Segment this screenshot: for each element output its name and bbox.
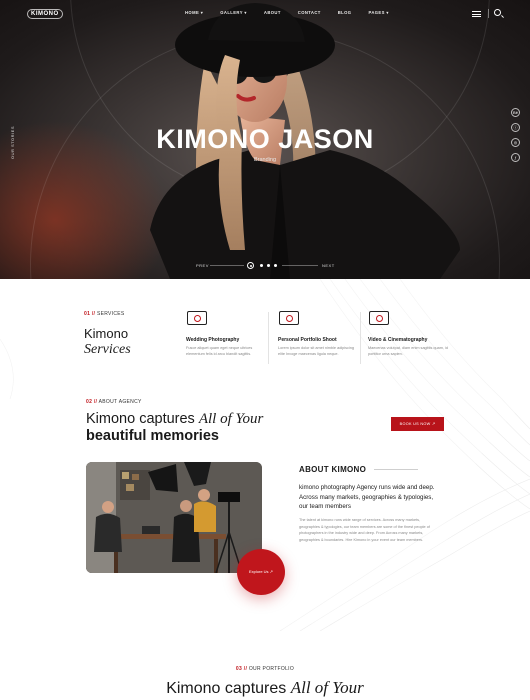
book-us-now-button[interactable]: BOOK US NOW ↗: [391, 417, 444, 431]
nav-item-contact[interactable]: CONTACT: [298, 10, 321, 15]
main-menu: HOME ▾ GALLERY ▾ ABOUT CONTACT BLOG PAGE…: [185, 10, 406, 15]
services-title: Kimono Services: [84, 326, 131, 358]
slider-next-button[interactable]: NEXT: [322, 263, 335, 268]
portfolio-title-plain: Kimono captures: [166, 680, 291, 697]
service-name: Wedding Photography: [186, 337, 240, 343]
slider-prev-button[interactable]: PREV: [196, 263, 209, 268]
nav-item-gallery[interactable]: GALLERY ▾: [220, 10, 247, 15]
slider-line: [210, 265, 244, 266]
hero-subtitle: Branding: [253, 157, 277, 163]
portfolio-section-label: 03 // OUR PORTFOLIO: [0, 666, 530, 672]
studio-photo: [86, 462, 262, 573]
portfolio-section: 03 // OUR PORTFOLIO Kimono captures All …: [0, 631, 530, 700]
social-links: Bē ⓘ ◎ ƒ: [511, 108, 520, 168]
top-navigation: KIMONO HOME ▾ GALLERY ▾ ABOUT CONTACT BL…: [0, 0, 530, 26]
service-description: Lorem ipsum dolor sit amet nimble adipis…: [278, 346, 354, 356]
service-card-video[interactable]: Video & Cinematography Maecenas volutpat…: [368, 311, 448, 357]
dribbble-icon[interactable]: ◎: [511, 138, 520, 147]
service-card-portfolio[interactable]: Personal Portfolio Shoot Lorem ipsum dol…: [278, 311, 358, 357]
about-kimono-heading: ABOUT KIMONO: [299, 465, 367, 474]
portfolio-title-italic: All of Your: [290, 678, 364, 697]
nav-item-home[interactable]: HOME ▾: [185, 10, 203, 15]
hero-title: KIMONO JASON: [156, 124, 374, 154]
services-section-label: 01 // SERVICES: [84, 311, 125, 317]
services-about-section: 01 // SERVICES Kimono Services Wedding P…: [0, 279, 530, 631]
facebook-icon[interactable]: ƒ: [511, 153, 520, 162]
heading-divider: [374, 469, 418, 470]
search-icon[interactable]: [494, 9, 501, 16]
portfolio-monitor-icon: [279, 311, 299, 325]
section-number: 01 //: [84, 311, 96, 317]
nav-item-about[interactable]: ABOUT: [264, 10, 281, 15]
service-description: Maecenas volutpat, diam enim sagittis qu…: [368, 346, 448, 356]
about-section-label: 02 // ABOUT AGENCY: [86, 399, 142, 405]
slider-dot[interactable]: [267, 264, 270, 267]
section-label-text: ABOUT AGENCY: [98, 399, 142, 405]
services-title-line2: Services: [84, 342, 131, 357]
hamburger-menu-icon[interactable]: [472, 11, 481, 17]
camera-icon: [187, 311, 207, 325]
film-icon: [369, 311, 389, 325]
section-label-text: SERVICES: [96, 311, 125, 317]
slider-dot-active[interactable]: [247, 262, 254, 269]
instagram-icon[interactable]: ⓘ: [511, 123, 520, 132]
service-card-wedding[interactable]: Wedding Photography Fusce aliquet quam e…: [186, 311, 266, 357]
section-label-text: OUR PORTFOLIO: [248, 666, 295, 672]
service-name: Video & Cinematography: [368, 337, 428, 343]
studio-scene-image: [86, 462, 262, 573]
service-name: Personal Portfolio Shoot: [278, 337, 337, 343]
hero-section: KIMONO HOME ▾ GALLERY ▾ ABOUT CONTACT BL…: [0, 0, 530, 279]
service-divider: [360, 312, 361, 364]
section-number: 02 //: [86, 399, 98, 405]
about-lead-text: kimono photography Agency runs wide and …: [299, 484, 435, 510]
about-title-italic: All of Your: [198, 411, 264, 427]
services-title-line1: Kimono: [84, 326, 129, 341]
nav-divider: [488, 9, 489, 18]
slider-dot[interactable]: [260, 264, 263, 267]
slider-line: [282, 265, 318, 266]
nav-item-pages[interactable]: PAGES ▾: [368, 10, 388, 15]
about-body-text: The talent at kimono runs wide range of …: [299, 518, 430, 542]
explore-us-button[interactable]: Explore Us ↗: [237, 549, 285, 595]
section-number: 03 //: [235, 666, 248, 672]
portfolio-title: Kimono captures All of Your: [0, 678, 530, 698]
about-title-line2: beautiful memories: [86, 428, 219, 444]
service-divider: [268, 312, 269, 364]
nav-item-blog[interactable]: BLOG: [338, 10, 352, 15]
about-title-plain: Kimono captures: [86, 411, 199, 427]
hero-slider-controls: PREV NEXT: [196, 262, 336, 270]
about-title: Kimono captures All of Your beautiful me…: [86, 411, 263, 445]
page: KIMONO HOME ▾ GALLERY ▾ ABOUT CONTACT BL…: [0, 0, 530, 700]
service-description: Fusce aliquet quam eget neque ultrices e…: [186, 346, 253, 356]
slider-dot[interactable]: [274, 264, 277, 267]
site-logo[interactable]: KIMONO: [27, 9, 63, 19]
behance-icon[interactable]: Bē: [511, 108, 520, 117]
